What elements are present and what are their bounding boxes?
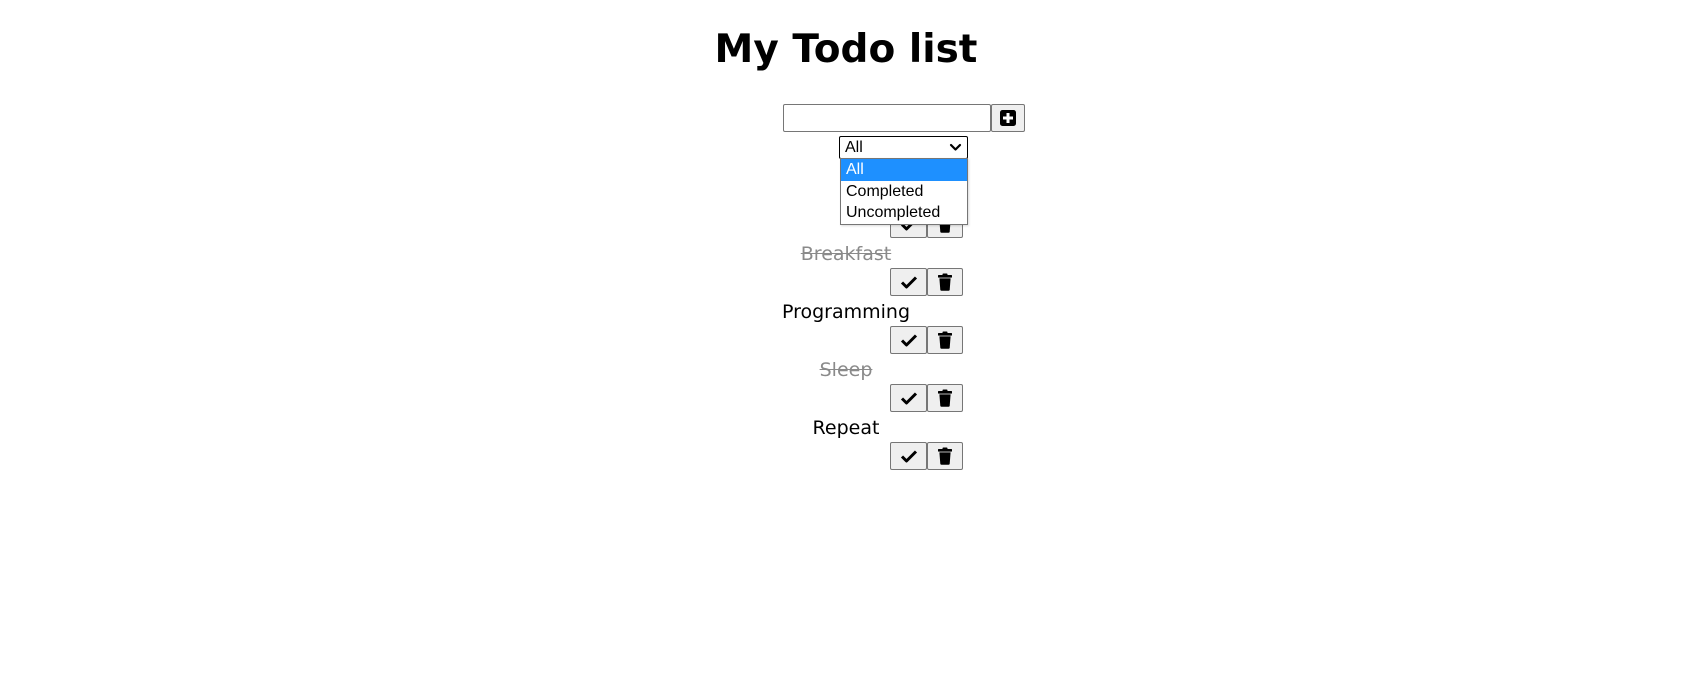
check-icon	[900, 392, 917, 405]
trash-icon	[938, 389, 952, 407]
todo-actions	[890, 442, 963, 470]
check-icon	[900, 276, 917, 289]
chevron-down-icon	[949, 143, 962, 151]
add-todo-button[interactable]	[991, 104, 1025, 132]
filter-option-completed[interactable]: Completed	[841, 181, 967, 203]
todo-actions	[890, 268, 963, 296]
complete-button[interactable]	[890, 442, 927, 470]
todo-text: Programming	[781, 301, 911, 323]
todo-text: Breakfast	[800, 243, 892, 265]
todo-text: Sleep	[819, 359, 873, 381]
todo-text: Repeat	[812, 417, 880, 439]
page-title: My Todo list	[714, 27, 978, 72]
delete-button[interactable]	[927, 442, 963, 470]
complete-button[interactable]	[890, 268, 927, 296]
delete-button[interactable]	[927, 384, 963, 412]
trash-icon	[938, 273, 952, 291]
add-todo-form	[783, 104, 1025, 132]
complete-button[interactable]	[890, 326, 927, 354]
filter-option-uncompleted[interactable]: Uncompleted	[841, 202, 967, 224]
filter-selected-value: All	[845, 139, 863, 156]
check-icon	[900, 334, 917, 347]
check-icon	[900, 450, 917, 463]
filter-option-all[interactable]: All	[841, 159, 967, 181]
delete-button[interactable]	[927, 268, 963, 296]
filter-select[interactable]: All	[839, 136, 968, 159]
todo-actions	[890, 384, 963, 412]
complete-button[interactable]	[890, 384, 927, 412]
filter-dropdown: All Completed Uncompleted	[840, 158, 968, 225]
delete-button[interactable]	[927, 326, 963, 354]
trash-icon	[938, 331, 952, 349]
trash-icon	[938, 447, 952, 465]
plus-square-icon	[1000, 110, 1016, 126]
todo-input[interactable]	[783, 104, 991, 132]
todo-actions	[890, 326, 963, 354]
